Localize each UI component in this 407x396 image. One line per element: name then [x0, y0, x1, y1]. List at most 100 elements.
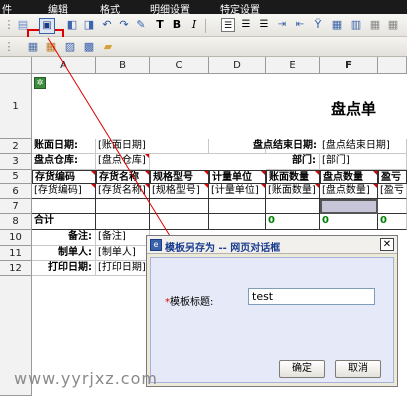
cell-a10[interactable]: 备注: — [32, 230, 96, 246]
cell-a7[interactable] — [32, 199, 96, 214]
save-template-dialog: e 模板另存为 -- 网页对话框 ✕ *模板标题: test 确定 取消 — [146, 235, 398, 387]
cancel-button[interactable]: 取消 — [335, 360, 381, 378]
column-header-g[interactable] — [378, 57, 407, 74]
grid-icon[interactable]: ▦ — [26, 40, 40, 54]
redo-icon[interactable]: ↷ — [117, 18, 131, 32]
row-header-3[interactable]: 3 — [0, 154, 32, 170]
cell-g6[interactable]: [盈亏 — [378, 184, 407, 199]
close-icon[interactable]: ✕ — [380, 238, 394, 251]
row-header-11[interactable]: 11 — [0, 246, 32, 261]
row-header-8[interactable]: 8 — [0, 214, 32, 230]
more-icon[interactable]: ▦ — [368, 18, 382, 32]
cell-c5[interactable]: 规格型号 — [150, 170, 209, 184]
cell-d5[interactable]: 计量单位 — [209, 170, 266, 184]
split-cells-icon[interactable]: ⇤ — [293, 18, 307, 32]
cell-e8[interactable]: 0 — [266, 214, 320, 230]
bold-icon[interactable]: B — [170, 18, 184, 32]
cell-f3[interactable]: [部门] — [320, 154, 407, 170]
grid-corner[interactable] — [0, 57, 32, 74]
row-header-7[interactable]: 7 — [0, 199, 32, 214]
more-icon-2[interactable]: ▦ — [386, 18, 400, 32]
cell-e2[interactable]: 盘点结束日期: — [209, 139, 320, 154]
filter-icon[interactable]: Ϋ — [311, 18, 325, 32]
column-header-b[interactable]: B — [96, 57, 150, 74]
cell-c6[interactable]: [规格型号] — [150, 184, 209, 199]
cell-b12[interactable]: [打印日期] — [96, 261, 150, 276]
toolbar-secondary: ⋮ ▦ ▦ ▨ ▩ ▰ — [0, 37, 407, 57]
align-right-icon[interactable]: ☰ — [257, 18, 271, 32]
cell-c8[interactable] — [150, 214, 209, 230]
cell-f6[interactable]: [盘点数量] — [320, 184, 378, 199]
table-icon[interactable]: ▦ — [44, 40, 58, 54]
italic-icon[interactable]: I — [187, 18, 201, 32]
column-header-e[interactable]: E — [266, 57, 320, 74]
undo-icon[interactable]: ↶ — [100, 18, 114, 32]
row-header-2[interactable]: 2 — [0, 139, 32, 154]
cell-a11[interactable]: 制单人: — [32, 246, 96, 261]
menu-bar: 件 编辑 格式 明细设置 特定设置 — [0, 0, 407, 16]
cell-b2[interactable]: [账面日期] — [96, 139, 209, 154]
cell-c7[interactable] — [150, 199, 209, 214]
row-header-6[interactable]: 6 — [0, 184, 32, 199]
cell-a3[interactable]: 盘点仓库: — [32, 154, 96, 170]
preview-icon[interactable]: ◨ — [82, 18, 96, 32]
cell-a12[interactable]: 打印日期: — [32, 261, 96, 276]
column-header-a[interactable]: A — [32, 57, 96, 74]
cell-b3[interactable]: [盘点仓库] — [96, 154, 150, 170]
toolbar-primary: ⋮ ▤ ▣ ◧ ◨ ↶ ↷ ✎ T B I ☰ ☰ ☰ ⇥ ⇤ Ϋ ▦ ▥ ▦ … — [0, 14, 407, 53]
cell-e3[interactable]: 部门: — [266, 154, 320, 170]
cell-f7-selected[interactable] — [320, 199, 378, 214]
chart-icon[interactable]: ▩ — [82, 40, 96, 54]
toolbar-separator — [205, 19, 206, 33]
template-title-label: *模板标题: — [165, 297, 214, 308]
dialog-body: *模板标题: test 确定 取消 — [150, 257, 394, 383]
cell-b11[interactable]: [制单人] — [96, 246, 150, 261]
align-center-icon[interactable]: ☰ — [239, 18, 253, 32]
cell-b5[interactable]: 存货名称 — [96, 170, 150, 184]
merge-cells-icon[interactable]: ⇥ — [275, 18, 289, 32]
cell-d7[interactable] — [209, 199, 266, 214]
image-icon[interactable]: ▨ — [63, 40, 77, 54]
template-title-input[interactable]: test — [248, 288, 375, 305]
dialog-title: 模板另存为 -- 网页对话框 — [165, 243, 281, 254]
row-header-1[interactable]: 1 — [0, 74, 32, 139]
cell-g5[interactable]: 盈亏 — [378, 170, 407, 184]
font-icon[interactable]: T — [153, 18, 167, 32]
cell-d8[interactable] — [209, 214, 266, 230]
row-header-5[interactable]: 5 — [0, 170, 32, 184]
cell-e6[interactable]: [账面数量] — [266, 184, 320, 199]
watermark: www.yyrjxz.com — [14, 369, 158, 388]
excel-logo-icon: ✲ — [34, 77, 46, 89]
cell-b6[interactable]: [存货名称] — [96, 184, 150, 199]
cell-b10[interactable]: [备注] — [96, 230, 150, 246]
cell-f2[interactable]: [盘点结束日期] — [320, 139, 407, 154]
format-painter-icon[interactable]: ✎ — [134, 18, 148, 32]
ok-button[interactable]: 确定 — [279, 360, 325, 378]
column-header-d[interactable]: D — [209, 57, 266, 74]
insert-column-icon[interactable]: ▥ — [349, 18, 363, 32]
insert-row-icon[interactable]: ▦ — [330, 18, 344, 32]
cell-a6[interactable]: [存货编码] — [32, 184, 96, 199]
cell-d6[interactable]: [计量单位] — [209, 184, 266, 199]
dialog-titlebar[interactable]: e 模板另存为 -- 网页对话框 ✕ — [147, 236, 397, 254]
row-header-10[interactable]: 10 — [0, 230, 32, 246]
align-left-icon[interactable]: ☰ — [221, 18, 235, 32]
cell-a5[interactable]: 存货编码 — [32, 170, 96, 184]
cell-b7[interactable] — [96, 199, 150, 214]
cell-g7[interactable] — [378, 199, 407, 214]
print-preview-icon[interactable]: ◧ — [65, 18, 79, 32]
cell-g8[interactable]: 0 — [378, 214, 407, 230]
cell-f8[interactable]: 0 — [320, 214, 378, 230]
cell-b8[interactable] — [96, 214, 150, 230]
cell-f5[interactable]: 盘点数量 — [320, 170, 378, 184]
save-template-as-icon[interactable]: ▣ — [39, 18, 55, 34]
row-header-12[interactable]: 12 — [0, 261, 32, 276]
dialog-app-icon: e — [150, 239, 162, 251]
column-header-c[interactable]: C — [150, 57, 209, 74]
cell-e7[interactable] — [266, 199, 320, 214]
cell-a8[interactable]: 合计 — [32, 214, 96, 230]
cell-a2[interactable]: 账面日期: — [32, 139, 96, 154]
cell-e5[interactable]: 账面数量 — [266, 170, 320, 184]
column-header-f[interactable]: F — [320, 57, 378, 74]
folder-icon[interactable]: ▰ — [101, 40, 115, 54]
